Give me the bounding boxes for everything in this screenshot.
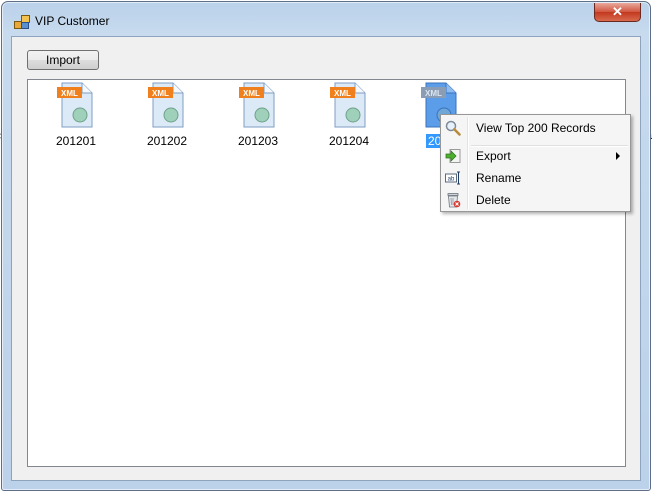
app-icon xyxy=(14,15,30,29)
file-name: 201203 xyxy=(237,134,279,148)
magnifier-icon xyxy=(445,120,461,136)
svg-text:XML: XML xyxy=(334,89,351,98)
recycle-bin-icon xyxy=(447,193,461,208)
menu-item-view-top-200-records[interactable]: View Top 200 Records xyxy=(443,117,628,139)
xml-file-icon: XML xyxy=(57,82,93,128)
xml-file-icon: XML xyxy=(148,82,184,128)
file-item-201204[interactable]: XML 201204 xyxy=(309,82,389,148)
close-button[interactable]: ✕ xyxy=(594,3,641,22)
context-menu: View Top 200 Records Export ab Rename De… xyxy=(440,114,631,212)
menu-item-label: Rename xyxy=(476,171,522,185)
file-item-201203[interactable]: XML 201203 xyxy=(218,82,298,148)
svg-text:ab: ab xyxy=(448,177,455,183)
menu-item-label: Delete xyxy=(476,193,511,207)
vip-customer-window: VIP Customer ✕ Import XML 201201 XML 201… xyxy=(1,1,651,491)
menu-item-label: Export xyxy=(476,149,511,163)
file-item-201201[interactable]: XML 201201 xyxy=(36,82,116,148)
window-title: VIP Customer xyxy=(35,14,110,28)
svg-text:XML: XML xyxy=(425,89,442,98)
menu-item-label: View Top 200 Records xyxy=(476,121,596,135)
xml-file-icon: XML xyxy=(330,82,366,128)
close-icon: ✕ xyxy=(612,4,623,19)
file-name: 201202 xyxy=(146,134,188,148)
file-name: 201204 xyxy=(328,134,370,148)
svg-text:XML: XML xyxy=(243,89,260,98)
rename-icon: ab xyxy=(445,171,460,185)
file-name: 201201 xyxy=(55,134,97,148)
xml-file-icon: XML xyxy=(239,82,275,128)
submenu-arrow-icon xyxy=(616,152,620,160)
client-area: Import XML 201201 XML 201202 XML 201203 … xyxy=(11,36,641,481)
title-bar[interactable]: VIP Customer ✕ xyxy=(2,2,650,36)
menu-item-export[interactable]: Export xyxy=(443,145,628,167)
svg-text:XML: XML xyxy=(152,89,169,98)
import-button[interactable]: Import xyxy=(27,50,99,70)
file-item-201202[interactable]: XML 201202 xyxy=(127,82,207,148)
menu-item-delete[interactable]: Delete xyxy=(443,189,628,211)
svg-text:XML: XML xyxy=(61,89,78,98)
menu-item-rename[interactable]: ab Rename xyxy=(443,167,628,189)
export-arrow-icon xyxy=(445,149,461,163)
